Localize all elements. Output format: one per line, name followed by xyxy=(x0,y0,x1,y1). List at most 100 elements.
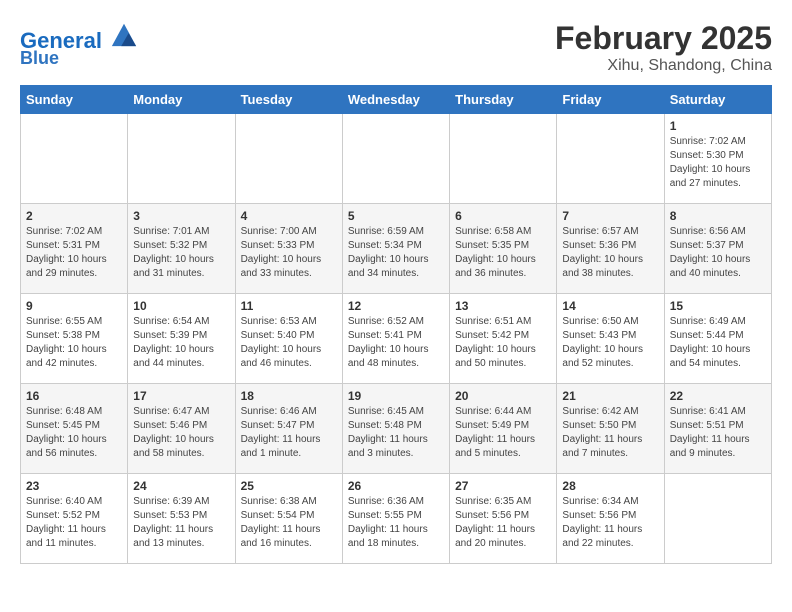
calendar-cell: 8Sunrise: 6:56 AM Sunset: 5:37 PM Daylig… xyxy=(664,204,771,294)
calendar-cell xyxy=(557,114,664,204)
calendar-cell xyxy=(342,114,449,204)
day-info: Sunrise: 6:39 AM Sunset: 5:53 PM Dayligh… xyxy=(133,495,229,551)
day-number: 23 xyxy=(26,479,122,493)
calendar-week-row: 23 Sunrise: 6:40 AM Sunset: 5:52 PM Dayli… xyxy=(21,474,772,564)
calendar-cell xyxy=(235,114,342,204)
calendar-cell: 27 Sunrise: 6:35 AM Sunset: 5:56 PM Dayli… xyxy=(450,474,557,564)
day-info: Sunrise: 7:02 AM Sunset: 5:30 PM Dayligh… xyxy=(670,135,766,191)
calendar-cell: 22 Sunrise: 6:41 AM Sunset: 5:51 PM Dayli… xyxy=(664,384,771,474)
calendar-cell: 15 Sunrise: 6:49 AM Sunset: 5:44 PM Dayli… xyxy=(664,294,771,384)
day-info: Sunrise: 6:34 AM Sunset: 5:56 PM Dayligh… xyxy=(562,495,658,551)
day-number: 6 xyxy=(455,209,551,223)
calendar-cell: 19 Sunrise: 6:45 AM Sunset: 5:48 PM Dayli… xyxy=(342,384,449,474)
day-number: 17 xyxy=(133,389,229,403)
day-info: Sunrise: 6:40 AM Sunset: 5:52 PM Dayligh… xyxy=(26,495,122,551)
calendar-cell: 18 Sunrise: 6:46 AM Sunset: 5:47 PM Dayli… xyxy=(235,384,342,474)
day-number: 27 xyxy=(455,479,551,493)
day-number: 12 xyxy=(348,299,444,313)
calendar-cell: 28 Sunrise: 6:34 AM Sunset: 5:56 PM Dayli… xyxy=(557,474,664,564)
day-info: Sunrise: 6:35 AM Sunset: 5:56 PM Dayligh… xyxy=(455,495,551,551)
calendar-cell: 4 Sunrise: 7:00 AM Sunset: 5:33 PM Daylig… xyxy=(235,204,342,294)
logo-icon xyxy=(110,20,138,48)
calendar-week-row: 16Sunrise: 6:48 AM Sunset: 5:45 PM Dayli… xyxy=(21,384,772,474)
day-number: 5 xyxy=(348,209,444,223)
calendar-cell: 10 Sunrise: 6:54 AM Sunset: 5:39 PM Dayli… xyxy=(128,294,235,384)
day-info: Sunrise: 6:46 AM Sunset: 5:47 PM Dayligh… xyxy=(241,405,337,461)
day-number: 24 xyxy=(133,479,229,493)
day-info: Sunrise: 6:58 AM Sunset: 5:35 PM Dayligh… xyxy=(455,225,551,281)
day-number: 9 xyxy=(26,299,122,313)
day-info: Sunrise: 6:45 AM Sunset: 5:48 PM Dayligh… xyxy=(348,405,444,461)
calendar-cell: 5 Sunrise: 6:59 AM Sunset: 5:34 PM Daylig… xyxy=(342,204,449,294)
title-block: February 2025 Xihu, Shandong, China xyxy=(555,20,772,75)
day-number: 2 xyxy=(26,209,122,223)
calendar-cell xyxy=(128,114,235,204)
day-number: 8 xyxy=(670,209,766,223)
calendar-cell: 16Sunrise: 6:48 AM Sunset: 5:45 PM Dayli… xyxy=(21,384,128,474)
calendar-cell: 7 Sunrise: 6:57 AM Sunset: 5:36 PM Daylig… xyxy=(557,204,664,294)
day-info: Sunrise: 6:49 AM Sunset: 5:44 PM Dayligh… xyxy=(670,315,766,371)
day-number: 22 xyxy=(670,389,766,403)
calendar-cell: 9 Sunrise: 6:55 AM Sunset: 5:38 PM Daylig… xyxy=(21,294,128,384)
weekday-header-thursday: Thursday xyxy=(450,86,557,114)
day-info: Sunrise: 6:50 AM Sunset: 5:43 PM Dayligh… xyxy=(562,315,658,371)
calendar-cell: 3 Sunrise: 7:01 AM Sunset: 5:32 PM Daylig… xyxy=(128,204,235,294)
day-info: Sunrise: 6:52 AM Sunset: 5:41 PM Dayligh… xyxy=(348,315,444,371)
calendar-cell: 24 Sunrise: 6:39 AM Sunset: 5:53 PM Dayli… xyxy=(128,474,235,564)
calendar-cell: 17 Sunrise: 6:47 AM Sunset: 5:46 PM Dayli… xyxy=(128,384,235,474)
day-info: Sunrise: 6:44 AM Sunset: 5:49 PM Dayligh… xyxy=(455,405,551,461)
weekday-header-monday: Monday xyxy=(128,86,235,114)
calendar-cell: 26 Sunrise: 6:36 AM Sunset: 5:55 PM Dayli… xyxy=(342,474,449,564)
day-info: Sunrise: 7:00 AM Sunset: 5:33 PM Dayligh… xyxy=(241,225,337,281)
day-number: 21 xyxy=(562,389,658,403)
day-info: Sunrise: 6:36 AM Sunset: 5:55 PM Dayligh… xyxy=(348,495,444,551)
day-number: 11 xyxy=(241,299,337,313)
day-number: 26 xyxy=(348,479,444,493)
day-info: Sunrise: 6:57 AM Sunset: 5:36 PM Dayligh… xyxy=(562,225,658,281)
weekday-header-tuesday: Tuesday xyxy=(235,86,342,114)
day-info: Sunrise: 6:54 AM Sunset: 5:39 PM Dayligh… xyxy=(133,315,229,371)
calendar-table: SundayMondayTuesdayWednesdayThursdayFrid… xyxy=(20,85,772,564)
calendar-cell: 12 Sunrise: 6:52 AM Sunset: 5:41 PM Dayli… xyxy=(342,294,449,384)
weekday-header-friday: Friday xyxy=(557,86,664,114)
day-number: 10 xyxy=(133,299,229,313)
day-number: 16 xyxy=(26,389,122,403)
weekday-header-row: SundayMondayTuesdayWednesdayThursdayFrid… xyxy=(21,86,772,114)
weekday-header-sunday: Sunday xyxy=(21,86,128,114)
day-info: Sunrise: 6:55 AM Sunset: 5:38 PM Dayligh… xyxy=(26,315,122,371)
day-number: 20 xyxy=(455,389,551,403)
day-info: Sunrise: 6:38 AM Sunset: 5:54 PM Dayligh… xyxy=(241,495,337,551)
logo: General Blue xyxy=(20,20,138,69)
day-number: 28 xyxy=(562,479,658,493)
day-number: 15 xyxy=(670,299,766,313)
day-number: 7 xyxy=(562,209,658,223)
weekday-header-wednesday: Wednesday xyxy=(342,86,449,114)
calendar-cell: 14Sunrise: 6:50 AM Sunset: 5:43 PM Dayli… xyxy=(557,294,664,384)
calendar-cell: 23 Sunrise: 6:40 AM Sunset: 5:52 PM Dayli… xyxy=(21,474,128,564)
day-number: 3 xyxy=(133,209,229,223)
day-info: Sunrise: 6:59 AM Sunset: 5:34 PM Dayligh… xyxy=(348,225,444,281)
day-info: Sunrise: 6:41 AM Sunset: 5:51 PM Dayligh… xyxy=(670,405,766,461)
calendar-cell: 25 Sunrise: 6:38 AM Sunset: 5:54 PM Dayli… xyxy=(235,474,342,564)
calendar-week-row: 1 Sunrise: 7:02 AM Sunset: 5:30 PM Daylig… xyxy=(21,114,772,204)
day-info: Sunrise: 7:02 AM Sunset: 5:31 PM Dayligh… xyxy=(26,225,122,281)
calendar-cell xyxy=(450,114,557,204)
day-info: Sunrise: 6:47 AM Sunset: 5:46 PM Dayligh… xyxy=(133,405,229,461)
location-subtitle: Xihu, Shandong, China xyxy=(555,57,772,75)
calendar-cell xyxy=(664,474,771,564)
calendar-cell: 21Sunrise: 6:42 AM Sunset: 5:50 PM Dayli… xyxy=(557,384,664,474)
day-number: 19 xyxy=(348,389,444,403)
calendar-week-row: 9 Sunrise: 6:55 AM Sunset: 5:38 PM Daylig… xyxy=(21,294,772,384)
day-number: 18 xyxy=(241,389,337,403)
weekday-header-saturday: Saturday xyxy=(664,86,771,114)
day-info: Sunrise: 7:01 AM Sunset: 5:32 PM Dayligh… xyxy=(133,225,229,281)
calendar-cell: 6 Sunrise: 6:58 AM Sunset: 5:35 PM Daylig… xyxy=(450,204,557,294)
day-number: 1 xyxy=(670,119,766,133)
day-info: Sunrise: 6:51 AM Sunset: 5:42 PM Dayligh… xyxy=(455,315,551,371)
day-info: Sunrise: 6:53 AM Sunset: 5:40 PM Dayligh… xyxy=(241,315,337,371)
day-number: 4 xyxy=(241,209,337,223)
day-number: 25 xyxy=(241,479,337,493)
calendar-cell: 13Sunrise: 6:51 AM Sunset: 5:42 PM Dayli… xyxy=(450,294,557,384)
calendar-cell: 20 Sunrise: 6:44 AM Sunset: 5:49 PM Dayli… xyxy=(450,384,557,474)
calendar-cell: 11 Sunrise: 6:53 AM Sunset: 5:40 PM Dayli… xyxy=(235,294,342,384)
